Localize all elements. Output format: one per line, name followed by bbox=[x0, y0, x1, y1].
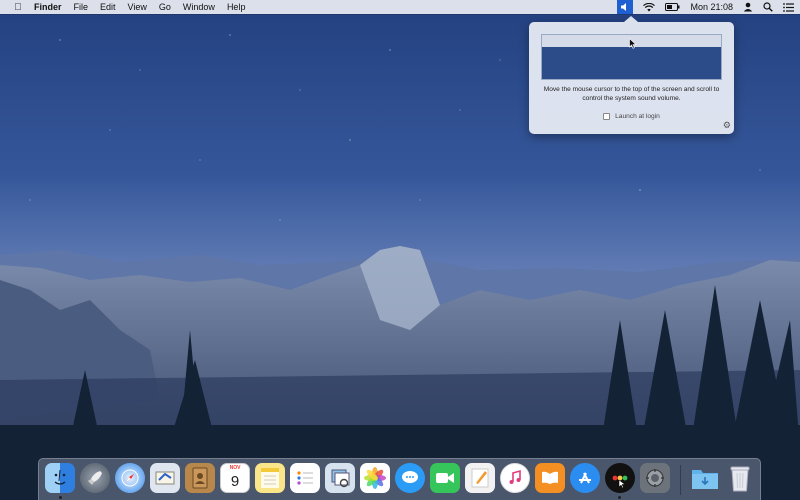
menubar-clock[interactable]: Mon 21:08 bbox=[690, 2, 733, 12]
calendar-icon[interactable]: NOV 9 bbox=[220, 463, 250, 493]
dock: NOV 9 bbox=[38, 458, 761, 500]
mail-icon[interactable] bbox=[150, 463, 180, 493]
menu-bar:  Finder File Edit View Go Window Help M… bbox=[0, 0, 800, 14]
itunes-icon[interactable] bbox=[500, 463, 530, 493]
calendar-day: 9 bbox=[230, 472, 240, 490]
battery-icon[interactable] bbox=[665, 3, 680, 11]
dock-separator bbox=[680, 465, 681, 495]
trash-icon[interactable] bbox=[725, 463, 755, 493]
launchpad-icon[interactable] bbox=[80, 463, 110, 493]
gear-icon[interactable]: ⚙ bbox=[723, 120, 731, 131]
menu-app-name[interactable]: Finder bbox=[34, 2, 62, 12]
launch-at-login-label[interactable]: Launch at login bbox=[615, 113, 660, 120]
volume-app-icon[interactable] bbox=[605, 463, 635, 493]
wifi-icon[interactable] bbox=[643, 2, 656, 12]
mouse-cursor-icon bbox=[629, 36, 637, 54]
user-icon[interactable] bbox=[743, 2, 753, 12]
launch-at-login-row[interactable]: Launch at login bbox=[529, 113, 734, 120]
spotlight-icon[interactable] bbox=[763, 2, 773, 12]
popover-arrow bbox=[624, 16, 638, 22]
ibooks-icon[interactable] bbox=[535, 463, 565, 493]
finder-icon[interactable] bbox=[45, 463, 75, 493]
calendar-month: NOV bbox=[229, 465, 241, 471]
popover-hint-text: Move the mouse cursor to the top of the … bbox=[543, 86, 720, 102]
notification-center-icon[interactable] bbox=[783, 2, 794, 12]
finder-running-indicator bbox=[59, 496, 62, 499]
messages-icon[interactable] bbox=[395, 463, 425, 493]
safari-icon[interactable] bbox=[115, 463, 145, 493]
menu-edit[interactable]: Edit bbox=[100, 2, 116, 12]
notes-icon[interactable] bbox=[255, 463, 285, 493]
preview-icon[interactable] bbox=[325, 463, 355, 493]
menu-file[interactable]: File bbox=[74, 2, 89, 12]
downloads-folder-icon[interactable] bbox=[690, 463, 720, 493]
facetime-icon[interactable] bbox=[430, 463, 460, 493]
menu-go[interactable]: Go bbox=[159, 2, 171, 12]
system-preferences-icon[interactable] bbox=[640, 463, 670, 493]
reminders-icon[interactable] bbox=[290, 463, 320, 493]
photos-icon[interactable] bbox=[360, 463, 390, 493]
contacts-icon[interactable] bbox=[185, 463, 215, 493]
menu-view[interactable]: View bbox=[128, 2, 147, 12]
volume-app-running-indicator bbox=[618, 496, 621, 499]
screen-preview bbox=[541, 34, 722, 80]
volume-icon[interactable] bbox=[617, 0, 634, 14]
pages-icon[interactable] bbox=[465, 463, 495, 493]
app-store-icon[interactable] bbox=[570, 463, 600, 493]
volume-popover: Move the mouse cursor to the top of the … bbox=[529, 16, 734, 134]
apple-icon[interactable]:  bbox=[10, 2, 26, 13]
menu-help[interactable]: Help bbox=[227, 2, 246, 12]
menu-window[interactable]: Window bbox=[183, 2, 215, 12]
launch-at-login-checkbox[interactable] bbox=[603, 113, 611, 120]
